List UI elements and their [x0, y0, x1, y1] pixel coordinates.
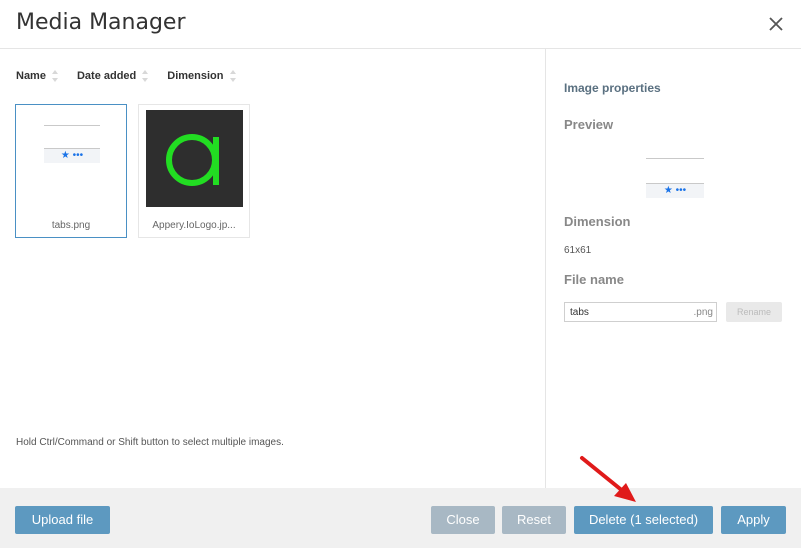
preview-icons: ★ •••: [646, 185, 704, 197]
thumb-icons: ★ •••: [44, 150, 100, 162]
file-name-value: tabs: [570, 307, 589, 318]
sort-arrows-icon: [51, 70, 59, 82]
sort-by-name[interactable]: Name: [16, 70, 59, 82]
dimension-value: 61x61: [564, 245, 592, 256]
media-list-panel: Name Date added Dimension ★ ••• tabs.png: [0, 49, 545, 488]
star-icon: ★: [60, 150, 70, 161]
file-name-input[interactable]: tabs .png: [564, 302, 717, 322]
dimension-label: Dimension: [564, 214, 631, 229]
file-name-label: File name: [564, 272, 624, 287]
sort-bar: Name Date added Dimension: [16, 68, 255, 84]
delete-button[interactable]: Delete (1 selected): [574, 506, 713, 534]
image-properties-panel: Image properties Preview ★ ••• Dimension…: [545, 49, 801, 488]
dialog-footer: Upload file Close Reset Delete (1 select…: [0, 488, 801, 548]
sort-arrows-icon: [142, 70, 149, 82]
file-name-tabs: tabs.png: [51, 220, 91, 231]
star-icon: ★: [663, 185, 673, 196]
upload-file-button[interactable]: Upload file: [15, 506, 110, 534]
preview-divider: [646, 158, 704, 159]
file-name-appery-logo: Appery.IoLogo.jp...: [152, 220, 236, 231]
apply-button[interactable]: Apply: [721, 506, 786, 534]
image-properties-title: Image properties: [564, 81, 661, 95]
sort-by-date-added[interactable]: Date added: [77, 70, 149, 82]
tabs-thumbnail: ★ •••: [44, 109, 100, 165]
dialog-title: Media Manager: [16, 10, 186, 35]
sort-by-dimension[interactable]: Dimension: [167, 70, 236, 82]
sort-date-label: Date added: [76, 70, 137, 82]
preview-label: Preview: [564, 117, 614, 132]
appery-logo-icon: [166, 134, 219, 186]
rename-button[interactable]: Rename: [726, 302, 782, 322]
media-tile-appery-logo[interactable]: Appery.IoLogo.jp...: [138, 104, 250, 238]
dialog-header: Media Manager: [0, 0, 801, 49]
sort-arrows-icon: [229, 70, 237, 82]
sort-dimension-label: Dimension: [167, 70, 224, 82]
more-dots-icon: •••: [72, 150, 84, 161]
thumb-divider: [44, 125, 100, 126]
more-dots-icon: •••: [675, 185, 687, 196]
reset-button[interactable]: Reset: [502, 506, 566, 534]
image-preview: ★ •••: [646, 143, 704, 201]
sort-name-label: Name: [16, 70, 46, 82]
media-tile-tabs[interactable]: ★ ••• tabs.png: [15, 104, 127, 238]
multi-select-hint: Hold Ctrl/Command or Shift button to sel…: [16, 437, 284, 448]
file-extension: .png: [693, 307, 713, 318]
appery-logo-thumbnail: [146, 110, 243, 207]
close-icon[interactable]: [767, 12, 785, 34]
close-button[interactable]: Close: [431, 506, 495, 534]
